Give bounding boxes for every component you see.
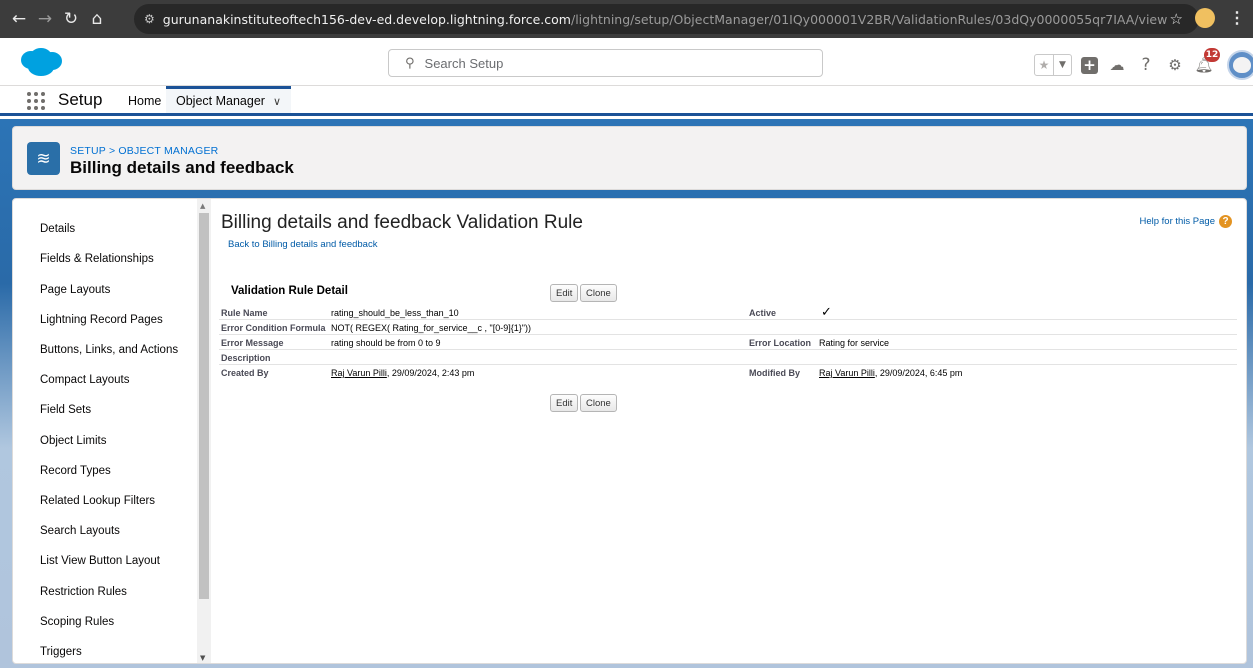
description-label: Description <box>221 353 271 363</box>
nav-item-object-manager[interactable]: Object Manager ∨ <box>166 86 291 113</box>
sidebar-item-related-lookup-filters[interactable]: Related Lookup Filters <box>40 495 155 507</box>
breadcrumb-setup[interactable]: SETUP <box>70 145 106 157</box>
favorites-group[interactable]: ★ ▼ <box>1034 54 1072 76</box>
object-page-header: ≋ SETUP > OBJECT MANAGER Billing details… <box>12 126 1247 190</box>
global-actions-plus-icon[interactable]: + <box>1081 56 1098 74</box>
profile-icon[interactable] <box>1195 8 1215 28</box>
scrollbar-thumb[interactable] <box>199 213 209 599</box>
browser-menu-icon[interactable]: ⋮ <box>1229 8 1245 28</box>
back-link[interactable]: Back to Billing details and feedback <box>228 239 377 250</box>
sidebar-item-fields-relationships[interactable]: Fields & Relationships <box>40 253 154 265</box>
active-label: Active <box>749 308 777 318</box>
bookmark-star-icon[interactable]: ☆ <box>1170 10 1183 28</box>
scroll-down-icon[interactable]: ▼ <box>200 654 205 662</box>
help-for-this-page-link[interactable]: Help for this Page ? <box>1139 215 1232 228</box>
page-title: Billing details and feedback <box>70 158 294 177</box>
section-title: Validation Rule Detail <box>231 285 348 297</box>
site-settings-icon[interactable]: ⚙ <box>144 12 155 26</box>
browser-toolbar: ← → ↻ ⌂ ⚙ gurunanakinstituteoftech156-de… <box>0 0 1253 38</box>
modified-by-user-link[interactable]: Raj Varun Pilli <box>819 368 875 378</box>
sidebar-item-details[interactable]: Details <box>40 223 75 235</box>
sidebar-item-search-layouts[interactable]: Search Layouts <box>40 525 120 537</box>
breadcrumb-separator: > <box>108 145 116 157</box>
notification-badge: 12 <box>1204 48 1220 62</box>
sidebar-item-list-view-button-layout[interactable]: List View Button Layout <box>40 555 160 567</box>
sidebar-item-record-types[interactable]: Record Types <box>40 465 111 477</box>
search-placeholder: Search Setup <box>424 55 504 71</box>
help-circle-icon: ? <box>1219 215 1232 228</box>
app-launcher-icon[interactable] <box>27 92 45 110</box>
clone-button-top[interactable]: Clone <box>580 284 617 302</box>
trailhead-guidance-icon[interactable]: ☁ <box>1107 55 1127 75</box>
sidebar-item-buttons-links-actions[interactable]: Buttons, Links, and Actions <box>40 344 178 356</box>
setup-gear-icon[interactable]: ⚙ <box>1165 55 1185 75</box>
active-checkmark-icon: ✓ <box>821 305 832 320</box>
sidebar-scrollbar[interactable]: ▲ ▼ <box>197 199 211 663</box>
url-path: /lightning/setup/ObjectManager/01IQy0000… <box>570 11 1168 27</box>
sidebar-item-lightning-record-pages[interactable]: Lightning Record Pages <box>40 314 163 326</box>
created-by-label: Created By <box>221 368 269 378</box>
table-row: Rule Name rating_should_be_less_than_10 … <box>219 305 1237 320</box>
modified-by-label: Modified By <box>749 368 800 378</box>
nav-item-home[interactable]: Home <box>128 94 161 108</box>
sidebar-item-field-sets[interactable]: Field Sets <box>40 404 91 416</box>
user-avatar[interactable] <box>1227 50 1253 80</box>
back-arrow-icon[interactable]: ← <box>8 8 30 30</box>
search-icon: ⚲ <box>405 55 415 71</box>
created-by-date: , 29/09/2024, 2:43 pm <box>386 368 475 378</box>
rule-name-label: Rule Name <box>221 308 268 318</box>
content-panel: Details Fields & Relationships Page Layo… <box>12 198 1247 664</box>
modified-by-date: , 29/09/2024, 6:45 pm <box>874 368 963 378</box>
reload-icon[interactable]: ↻ <box>60 8 82 30</box>
layers-icon: ≋ <box>27 142 60 175</box>
setup-search-input[interactable]: ⚲ Search Setup <box>388 49 823 77</box>
error-location-value: Rating for service <box>819 338 890 348</box>
scroll-up-icon[interactable]: ▲ <box>200 202 205 210</box>
table-row: Description <box>219 350 1237 365</box>
table-row: Error Message rating should be from 0 to… <box>219 335 1237 350</box>
sidebar-item-compact-layouts[interactable]: Compact Layouts <box>40 374 130 386</box>
validation-rule-title: Billing details and feedback Validation … <box>221 212 583 233</box>
app-name: Setup <box>58 90 103 109</box>
edit-button-top[interactable]: Edit <box>550 284 579 302</box>
created-by-user-link[interactable]: Raj Varun Pilli <box>331 368 387 378</box>
breadcrumb-object-manager[interactable]: OBJECT MANAGER <box>118 145 218 157</box>
nav-item-label: Object Manager <box>176 94 265 108</box>
forward-arrow-icon[interactable]: → <box>34 8 56 30</box>
breadcrumb: SETUP > OBJECT MANAGER <box>70 145 218 157</box>
table-row: Error Condition Formula NOT( REGEX( Rati… <box>219 320 1237 335</box>
detail-table: Rule Name rating_should_be_less_than_10 … <box>219 305 1237 380</box>
address-bar[interactable]: ⚙ gurunanakinstituteoftech156-dev-ed.dev… <box>134 4 1199 34</box>
home-icon[interactable]: ⌂ <box>86 8 108 30</box>
salesforce-logo-icon[interactable] <box>19 47 63 77</box>
edit-button-bottom[interactable]: Edit <box>550 394 579 412</box>
chevron-down-icon[interactable]: ∨ <box>273 95 281 108</box>
url-host: gurunanakinstituteoftech156-dev-ed.devel… <box>162 11 571 27</box>
formula-label: Error Condition Formula <box>221 323 326 333</box>
help-link-label: Help for this Page <box>1139 216 1215 227</box>
object-sidebar: Details Fields & Relationships Page Layo… <box>13 199 197 663</box>
validation-rule-detail-area: Billing details and feedback Validation … <box>211 199 1246 663</box>
error-message-value: rating should be from 0 to 9 <box>331 338 441 348</box>
rule-name-value: rating_should_be_less_than_10 <box>331 308 459 318</box>
error-message-label: Error Message <box>221 338 284 348</box>
global-header: ⚲ Search Setup ★ ▼ + ☁ ? ⚙ 🔔︎ 12 <box>0 38 1253 86</box>
help-question-icon[interactable]: ? <box>1136 55 1156 75</box>
app-navigation: Setup Home Object Manager ∨ <box>0 86 1253 116</box>
clone-button-bottom[interactable]: Clone <box>580 394 617 412</box>
sidebar-item-restriction-rules[interactable]: Restriction Rules <box>40 586 127 598</box>
sidebar-item-scoping-rules[interactable]: Scoping Rules <box>40 616 114 628</box>
error-location-label: Error Location <box>749 338 812 348</box>
notifications-bell-icon[interactable]: 🔔︎ 12 <box>1194 48 1220 75</box>
favorite-star-icon[interactable]: ★ <box>1035 55 1053 75</box>
formula-value: NOT( REGEX( Rating_for_service__c , "[0-… <box>331 323 531 333</box>
favorites-dropdown-icon[interactable]: ▼ <box>1053 55 1071 75</box>
sidebar-item-page-layouts[interactable]: Page Layouts <box>40 284 110 296</box>
sidebar-item-triggers[interactable]: Triggers <box>40 646 82 658</box>
sidebar-item-object-limits[interactable]: Object Limits <box>40 435 106 447</box>
table-row: Created By Raj Varun Pilli, 29/09/2024, … <box>219 365 1237 380</box>
